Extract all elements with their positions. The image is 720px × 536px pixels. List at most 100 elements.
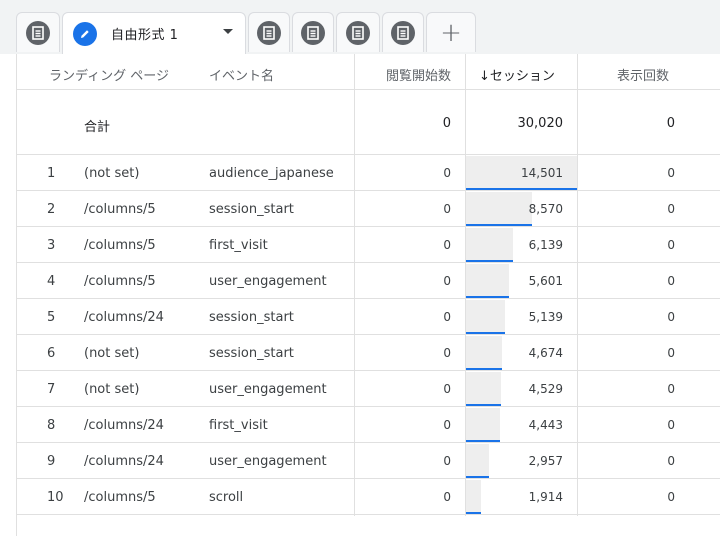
tab-report-3[interactable] (292, 12, 334, 52)
tab-report-5[interactable] (382, 12, 424, 52)
row-views: 0 (667, 238, 675, 252)
row-landing-page: /columns/24 (84, 310, 164, 325)
row-views: 0 (667, 166, 675, 180)
row-checkout-starts: 0 (443, 382, 451, 396)
add-tab-button[interactable]: + (426, 12, 476, 52)
header-checkout-starts[interactable]: 閲覧開始数 (386, 65, 451, 84)
row-checkout-starts: 0 (443, 202, 451, 216)
row-landing-page: (not set) (84, 166, 140, 181)
row-event-name: scroll (209, 490, 244, 505)
sessions-bar (466, 408, 500, 440)
row-event-name: session_start (209, 310, 294, 325)
row-sessions: 5,601 (528, 274, 563, 288)
tab-report-2[interactable] (248, 12, 290, 52)
row-landing-page: /columns/5 (84, 202, 156, 217)
row-sessions: 4,443 (528, 418, 563, 432)
table-row[interactable]: 8/columns/24 first_visit 0 4,443 0 (17, 407, 720, 443)
row-landing-page: (not set) (84, 346, 140, 361)
table-row[interactable]: 5/columns/24 session_start 0 5,139 0 (17, 299, 720, 335)
row-checkout-starts: 0 (443, 166, 451, 180)
chevron-down-icon[interactable] (223, 29, 233, 34)
row-landing-page: /columns/5 (84, 274, 156, 289)
row-checkout-starts: 0 (443, 346, 451, 360)
sessions-bar (466, 300, 505, 332)
row-checkout-starts: 0 (443, 274, 451, 288)
row-views: 0 (667, 202, 675, 216)
header-sessions-sorted[interactable]: ↓セッション (479, 65, 555, 84)
row-rank: 7 (47, 382, 56, 397)
totals-checkout-starts: 0 (442, 116, 451, 131)
document-icon (346, 20, 370, 45)
row-views: 0 (667, 454, 675, 468)
table-row[interactable]: 7 (not set) user_engagement 0 4,529 0 (17, 371, 720, 407)
row-checkout-starts: 0 (443, 490, 451, 504)
header-divider (17, 89, 720, 90)
sessions-bar (466, 336, 502, 368)
header-event-name[interactable]: イベント名 (209, 65, 274, 84)
row-event-name: user_engagement (209, 274, 327, 289)
row-views: 0 (667, 274, 675, 288)
row-rank: 10 (47, 490, 64, 505)
row-event-name: user_engagement (209, 454, 327, 469)
table-row[interactable]: 6 (not set) session_start 0 4,674 0 (17, 335, 720, 371)
row-event-name: session_start (209, 202, 294, 217)
tab-report-4[interactable] (336, 12, 380, 52)
row-sessions: 6,139 (528, 238, 563, 252)
row-landing-page: /columns/24 (84, 418, 164, 433)
row-views: 0 (667, 382, 675, 396)
row-views: 0 (667, 346, 675, 360)
row-landing-page: /columns/5 (84, 490, 156, 505)
tab-report-1[interactable] (16, 12, 60, 52)
row-sessions: 2,957 (528, 454, 563, 468)
header-views[interactable]: 表示回数 (617, 65, 669, 84)
plus-icon: + (440, 17, 462, 48)
row-views: 0 (667, 310, 675, 324)
row-rank: 8 (47, 418, 56, 433)
row-checkout-starts: 0 (443, 310, 451, 324)
row-divider (17, 514, 720, 515)
document-icon (26, 20, 50, 45)
row-checkout-starts: 0 (443, 418, 451, 432)
header-landing-page[interactable]: ランディング ページ (49, 65, 169, 84)
row-landing-page: /columns/5 (84, 238, 156, 253)
tab-label: 自由形式 1 (111, 28, 179, 43)
row-rank: 6 (47, 346, 56, 361)
totals-label: 合計 (84, 120, 111, 135)
row-rank: 1 (47, 166, 56, 181)
table-row[interactable]: 3/columns/5 first_visit 0 6,139 0 (17, 227, 720, 263)
tab-freeform-active[interactable]: 自由形式 1 (62, 12, 246, 54)
sessions-bar (466, 228, 513, 260)
document-icon (257, 20, 281, 45)
row-rank: 5 (47, 310, 56, 325)
tab-strip: 自由形式 1 + (0, 0, 720, 54)
row-landing-page: /columns/24 (84, 454, 164, 469)
row-checkout-starts: 0 (443, 454, 451, 468)
sessions-bar (466, 372, 501, 404)
row-event-name: first_visit (209, 238, 268, 253)
table-row[interactable]: 2/columns/5 session_start 0 8,570 0 (17, 191, 720, 227)
row-sessions: 1,914 (528, 490, 563, 504)
row-sessions: 5,139 (528, 310, 563, 324)
row-sessions: 14,501 (521, 166, 563, 180)
row-views: 0 (667, 418, 675, 432)
row-rank: 9 (47, 454, 56, 469)
table-row[interactable]: 10/columns/5 scroll 0 1,914 0 (17, 479, 720, 515)
row-views: 0 (667, 490, 675, 504)
document-icon (301, 20, 325, 45)
row-rank: 4 (47, 274, 56, 289)
data-table: ランディング ページ イベント名 閲覧開始数 ↓セッション 表示回数 合計 0 … (16, 54, 720, 536)
row-rank: 3 (47, 238, 56, 253)
sessions-bar (466, 264, 509, 296)
row-sessions: 4,674 (528, 346, 563, 360)
table-row[interactable]: 4/columns/5 user_engagement 0 5,601 0 (17, 263, 720, 299)
totals-views: 0 (666, 116, 675, 131)
row-event-name: session_start (209, 346, 294, 361)
sessions-bar (466, 192, 532, 224)
row-event-name: first_visit (209, 418, 268, 433)
table-row[interactable]: 1 (not set) audience_japanese 0 14,501 0 (17, 155, 720, 191)
row-sessions: 4,529 (528, 382, 563, 396)
row-sessions: 8,570 (528, 202, 563, 216)
row-rank: 2 (47, 202, 56, 217)
totals-sessions: 30,020 (517, 116, 564, 131)
table-row[interactable]: 9/columns/24 user_engagement 0 2,957 0 (17, 443, 720, 479)
